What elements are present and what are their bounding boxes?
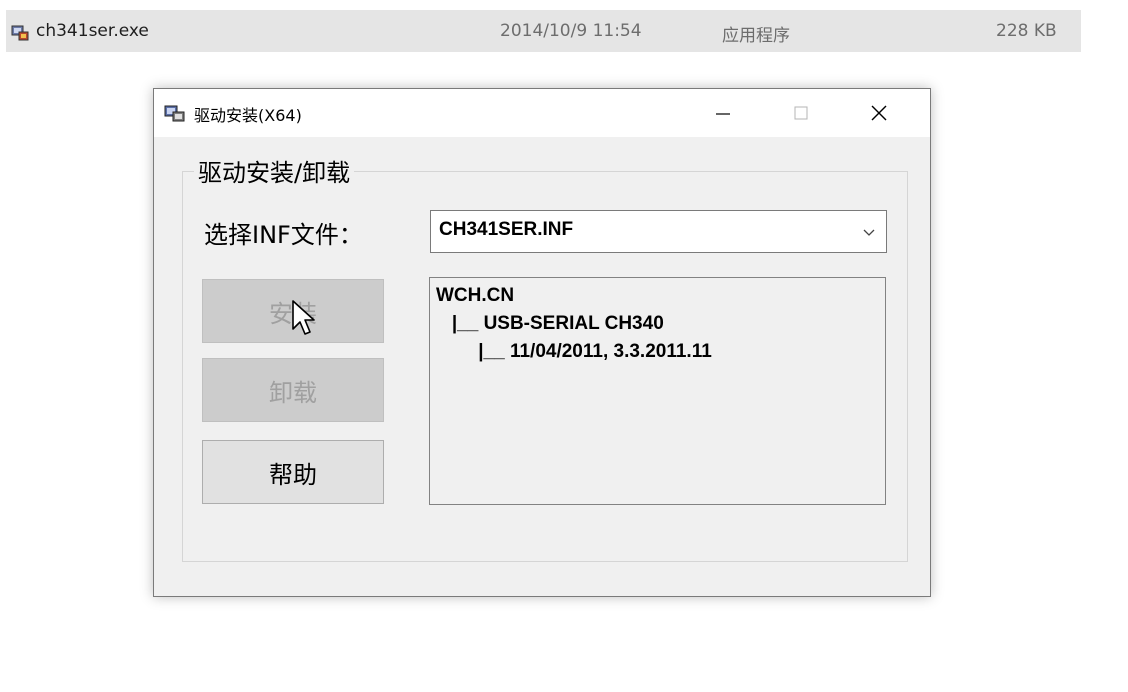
close-icon [871, 105, 887, 121]
maximize-button[interactable] [772, 89, 830, 137]
chevron-down-icon [863, 229, 875, 236]
driver-install-dialog: 驱动安装(X64) 驱动安装/卸载 选择INF文件： CH341SER.INF … [153, 88, 931, 597]
uninstall-button[interactable]: 卸载 [202, 358, 384, 422]
group-title: 驱动安装/卸载 [194, 153, 355, 188]
window-title: 驱动安装(X64) [194, 106, 302, 125]
help-button-label: 帮助 [269, 460, 317, 489]
file-name: ch341ser.exe [36, 21, 149, 41]
inf-file-value: CH341SER.INF [439, 219, 574, 240]
info-line-version: |__ 11/04/2011, 3.3.2011.11 [436, 341, 712, 362]
help-button[interactable]: 帮助 [202, 440, 384, 504]
file-size: 228 KB [996, 21, 1057, 41]
installer-icon [164, 105, 185, 122]
info-line-vendor: WCH.CN [436, 285, 515, 306]
file-type: 应用程序 [722, 26, 790, 46]
inf-file-label: 选择INF文件： [204, 221, 363, 249]
uninstall-button-label: 卸载 [269, 378, 317, 407]
driver-info-box: WCH.CN |__ USB-SERIAL CH340 |__ 11/04/20… [429, 277, 886, 505]
setup-exe-icon [11, 25, 29, 41]
maximize-icon [794, 106, 808, 120]
file-list-row[interactable]: ch341ser.exe 2014/10/9 11:54 应用程序 228 KB [6, 10, 1081, 52]
title-bar[interactable]: 驱动安装(X64) [154, 89, 930, 137]
file-modified-date: 2014/10/9 11:54 [500, 21, 642, 41]
minimize-button[interactable] [694, 89, 752, 137]
info-line-device: |__ USB-SERIAL CH340 [436, 313, 664, 334]
mouse-cursor-icon [292, 300, 315, 335]
inf-file-select[interactable]: CH341SER.INF [430, 210, 887, 253]
close-button[interactable] [850, 89, 908, 137]
minimize-icon [716, 113, 730, 115]
